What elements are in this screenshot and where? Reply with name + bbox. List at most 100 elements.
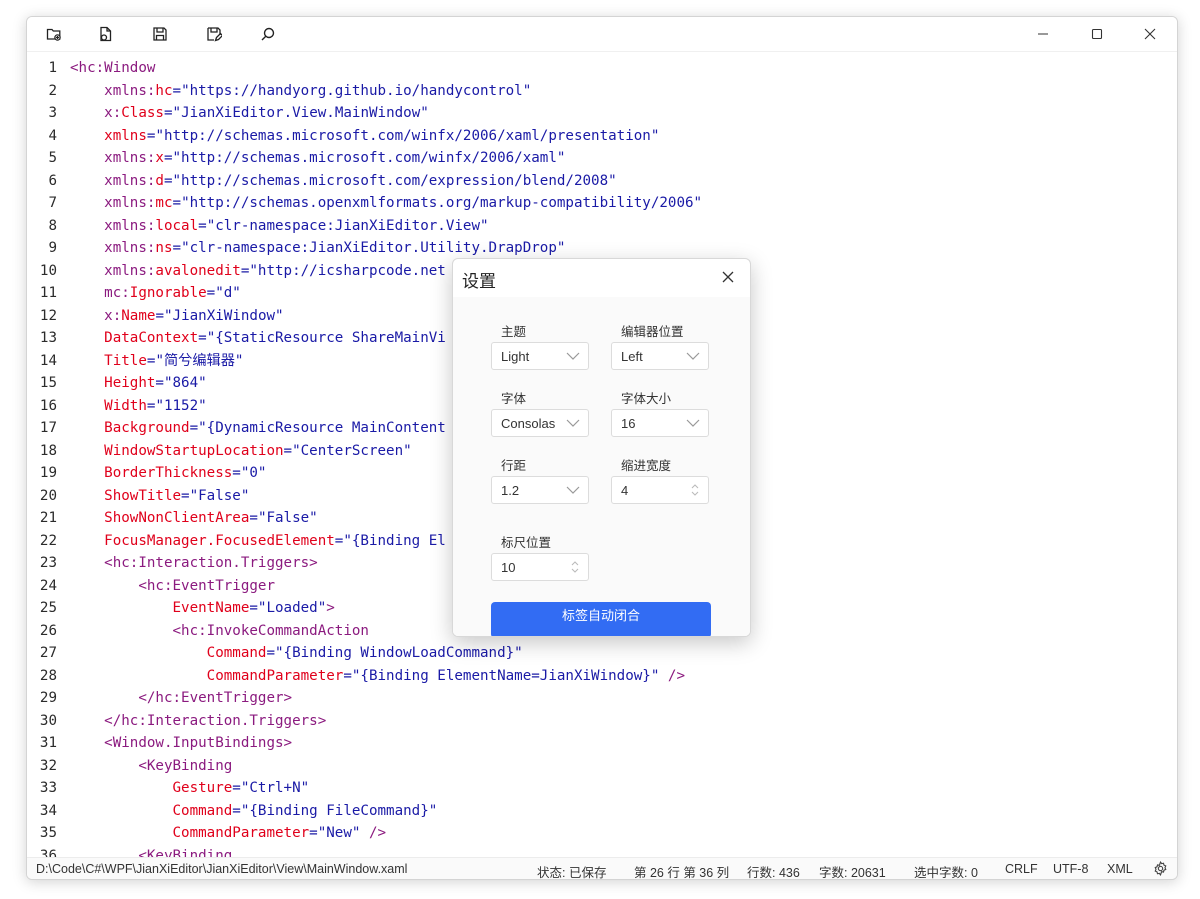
- code-line[interactable]: 7 xmlns:mc="http://schemas.openxmlformat…: [27, 192, 1177, 215]
- code-line[interactable]: 6 xmlns:d="http://schemas.microsoft.com/…: [27, 170, 1177, 193]
- line-ending[interactable]: CRLF: [1005, 862, 1038, 876]
- code-text: Command="{Binding FileCommand}": [172, 802, 438, 819]
- open-file-button[interactable]: [95, 23, 117, 45]
- code-line[interactable]: 5 xmlns:x="http://schemas.microsoft.com/…: [27, 147, 1177, 170]
- line-number: 10: [39, 262, 57, 279]
- code-line[interactable]: 35 CommandParameter="New" />: [27, 822, 1177, 845]
- line-number: 9: [48, 240, 57, 256]
- code-text: </hc:Interaction.Triggers>: [104, 712, 327, 729]
- indent-width-stepper[interactable]: 4: [611, 476, 709, 504]
- code-line[interactable]: 28 CommandParameter="{Binding ElementNam…: [27, 665, 1177, 688]
- theme-label: 主题: [501, 324, 527, 339]
- file-path: D:\Code\C#\WPF\JianXiEditor\JianXiEditor…: [36, 862, 408, 876]
- code-text: <hc:EventTrigger: [138, 577, 276, 594]
- maximize-button[interactable]: [1070, 17, 1124, 51]
- code-text: <hc:Interaction.Triggers>: [104, 555, 318, 571]
- maximize-icon: [1091, 28, 1103, 40]
- code-text: <Window.InputBindings>: [104, 735, 293, 751]
- code-text: <KeyBinding: [138, 757, 233, 774]
- auto-close-tags-button[interactable]: 标签自动闭合: [491, 602, 711, 636]
- theme-select[interactable]: Light: [491, 342, 589, 370]
- dialog-title: 设置: [462, 272, 496, 292]
- selected-count: 选中字数: 0: [914, 866, 978, 880]
- editor-position-label: 编辑器位置: [621, 324, 684, 339]
- close-icon[interactable]: [720, 269, 736, 285]
- new-folder-button[interactable]: [43, 23, 65, 45]
- code-text: FocusManager.FocusedElement="{Binding El: [104, 532, 446, 549]
- line-number: 21: [39, 510, 57, 526]
- editor-position-select[interactable]: Left: [611, 342, 709, 370]
- code-line[interactable]: 32 <KeyBinding: [27, 755, 1177, 778]
- code-text: xmlns:mc="http://schemas.openxmlformats.…: [104, 195, 703, 211]
- minimize-button[interactable]: [1016, 17, 1070, 51]
- code-line[interactable]: 36 <KeyBinding: [27, 845, 1177, 858]
- indent-width-label: 缩进宽度: [621, 458, 672, 473]
- code-text: DataContext="{StaticResource ShareMainVi: [104, 330, 446, 346]
- minimize-icon: [1038, 33, 1048, 35]
- code-line[interactable]: 30 </hc:Interaction.Triggers>: [27, 710, 1177, 733]
- line-number: 35: [39, 825, 57, 841]
- dialog-body: 主题 编辑器位置 Light Left 字体 字体大小 Consolas 16 …: [453, 297, 750, 636]
- code-text: Background="{DynamicResource MainContent: [104, 420, 446, 436]
- status-bar: D:\Code\C#\WPF\JianXiEditor\JianXiEditor…: [27, 857, 1177, 880]
- line-number: 17: [39, 420, 57, 436]
- font-label: 字体: [501, 391, 527, 406]
- code-line[interactable]: 2 xmlns:hc="https://handyorg.github.io/h…: [27, 80, 1177, 103]
- code-line[interactable]: 34 Command="{Binding FileCommand}": [27, 800, 1177, 823]
- save-as-button[interactable]: [203, 23, 225, 45]
- line-number: 7: [48, 195, 57, 211]
- ruler-position-stepper[interactable]: 10: [491, 553, 589, 581]
- code-text: xmlns:avalonedit="http://icsharpcode.net: [104, 262, 446, 279]
- chevron-down-icon: [686, 419, 700, 427]
- line-number: 8: [48, 217, 57, 234]
- line-number: 31: [39, 735, 57, 751]
- font-size-label: 字体大小: [621, 391, 672, 406]
- code-text: Gesture="Ctrl+N": [172, 780, 310, 796]
- gear-icon: [1154, 860, 1167, 877]
- encoding[interactable]: UTF-8: [1053, 862, 1088, 876]
- line-number: 32: [39, 757, 57, 774]
- line-spacing-select[interactable]: 1.2: [491, 476, 589, 504]
- cursor-position[interactable]: 第 26 行 第 36 列: [634, 862, 729, 879]
- settings-button[interactable]: [1153, 860, 1168, 879]
- code-line[interactable]: 33 Gesture="Ctrl+N": [27, 777, 1177, 800]
- code-text: ShowNonClientArea="False": [104, 510, 318, 526]
- code-line[interactable]: 9 xmlns:ns="clr-namespace:JianXiEditor.U…: [27, 237, 1177, 260]
- line-number: 1: [48, 60, 57, 76]
- code-text: ShowTitle="False": [104, 487, 250, 504]
- line-number: 19: [39, 465, 57, 481]
- code-text: CommandParameter="New" />: [172, 825, 387, 841]
- language-mode[interactable]: XML: [1107, 862, 1133, 876]
- chevron-down-icon: [686, 352, 700, 360]
- code-line[interactable]: 3 x:Class="JianXiEditor.View.MainWindow": [27, 102, 1177, 125]
- line-number: 22: [39, 532, 57, 549]
- search-button[interactable]: [257, 23, 279, 45]
- code-line[interactable]: 31 <Window.InputBindings>: [27, 732, 1177, 755]
- settings-dialog: 设置 主题 编辑器位置 Light Left 字体 字体大小 Consolas …: [452, 258, 751, 637]
- line-number: 24: [39, 577, 57, 594]
- code-line[interactable]: 4 xmlns="http://schemas.microsoft.com/wi…: [27, 125, 1177, 148]
- save-button[interactable]: [149, 23, 171, 45]
- spinner-icon[interactable]: [571, 559, 579, 575]
- font-size-select[interactable]: 16: [611, 409, 709, 437]
- code-line[interactable]: 27 Command="{Binding WindowLoadCommand}": [27, 642, 1177, 665]
- line-number: 30: [39, 712, 57, 729]
- line-number: 3: [48, 105, 57, 121]
- line-number: 25: [39, 600, 57, 616]
- code-text: <KeyBinding: [138, 847, 233, 858]
- chevron-down-icon: [566, 419, 580, 427]
- code-text: </hc:EventTrigger>: [138, 690, 293, 706]
- line-number: 36: [39, 847, 57, 858]
- code-text: Title="简兮编辑器": [104, 352, 244, 369]
- close-icon: [1144, 28, 1156, 40]
- font-select[interactable]: Consolas: [491, 409, 589, 437]
- code-line[interactable]: 1 <hc:Window: [27, 57, 1177, 80]
- line-number: 29: [39, 690, 57, 706]
- code-line[interactable]: 8 xmlns:local="clr-namespace:JianXiEdito…: [27, 215, 1177, 238]
- code-text: x:Name="JianXiWindow": [104, 307, 284, 324]
- line-number: 2: [48, 82, 57, 99]
- close-window-button[interactable]: [1123, 17, 1177, 51]
- spinner-icon[interactable]: [691, 482, 699, 498]
- char-count: 字数: 20631: [819, 866, 886, 880]
- code-line[interactable]: 29 </hc:EventTrigger>: [27, 687, 1177, 710]
